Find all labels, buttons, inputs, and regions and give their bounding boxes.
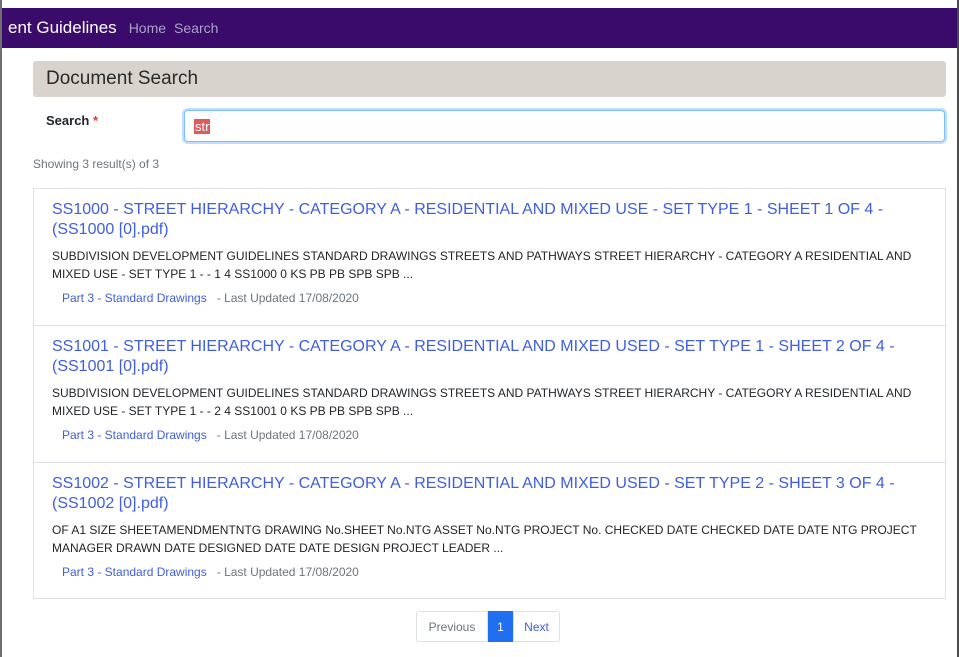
brand-title[interactable]: ent Guidelines: [8, 18, 117, 38]
page-title-bar: Document Search: [33, 61, 946, 97]
top-navbar: ent Guidelines Home Search: [2, 8, 957, 48]
page-title: Document Search: [46, 68, 199, 89]
nav-link-search[interactable]: Search: [174, 20, 218, 36]
result-updated: - Last Updated 17/08/2020: [216, 291, 359, 305]
result-updated: - Last Updated 17/08/2020: [216, 428, 359, 442]
pagination: Previous 1 Next: [416, 611, 560, 642]
result-item: SS1000 - STREET HIERARCHY - CATEGORY A -…: [33, 188, 946, 325]
result-category-link[interactable]: Part 3 - Standard Drawings: [62, 291, 207, 305]
results-list: SS1000 - STREET HIERARCHY - CATEGORY A -…: [33, 188, 946, 599]
results-summary: Showing 3 result(s) of 3: [33, 157, 160, 171]
result-item: SS1002 - STREET HIERARCHY - CATEGORY A -…: [33, 462, 946, 599]
search-input[interactable]: str: [184, 110, 945, 142]
result-category-link[interactable]: Part 3 - Standard Drawings: [62, 428, 207, 442]
next-page-button[interactable]: Next: [513, 611, 560, 642]
nav-link-home[interactable]: Home: [129, 20, 166, 36]
search-label: Search *: [46, 113, 98, 128]
required-indicator: *: [93, 113, 99, 128]
result-meta: Part 3 - Standard Drawings - Last Updated…: [52, 291, 927, 305]
previous-page-button[interactable]: Previous: [416, 611, 488, 642]
result-updated: - Last Updated 17/08/2020: [216, 565, 359, 579]
result-snippet: SUBDIVISION DEVELOPMENT GUIDELINES STAND…: [52, 386, 912, 418]
window-left-border: [0, 0, 2, 657]
search-label-text: Search: [46, 113, 90, 128]
current-page-button[interactable]: 1: [488, 611, 513, 642]
result-meta: Part 3 - Standard Drawings - Last Updated…: [52, 428, 927, 442]
result-title-link[interactable]: SS1000 - STREET HIERARCHY - CATEGORY A -…: [52, 200, 927, 240]
result-category-link[interactable]: Part 3 - Standard Drawings: [62, 565, 207, 579]
search-input-value: str: [194, 118, 211, 134]
result-snippet: SUBDIVISION DEVELOPMENT GUIDELINES STAND…: [52, 249, 912, 281]
result-snippet: OF A1 SIZE SHEETAMENDMENTNTG DRAWING No.…: [52, 523, 917, 555]
result-title-link[interactable]: SS1002 - STREET HIERARCHY - CATEGORY A -…: [52, 474, 927, 514]
result-item: SS1001 - STREET HIERARCHY - CATEGORY A -…: [33, 325, 946, 462]
result-meta: Part 3 - Standard Drawings - Last Updated…: [52, 565, 927, 579]
result-title-link[interactable]: SS1001 - STREET HIERARCHY - CATEGORY A -…: [52, 337, 927, 377]
